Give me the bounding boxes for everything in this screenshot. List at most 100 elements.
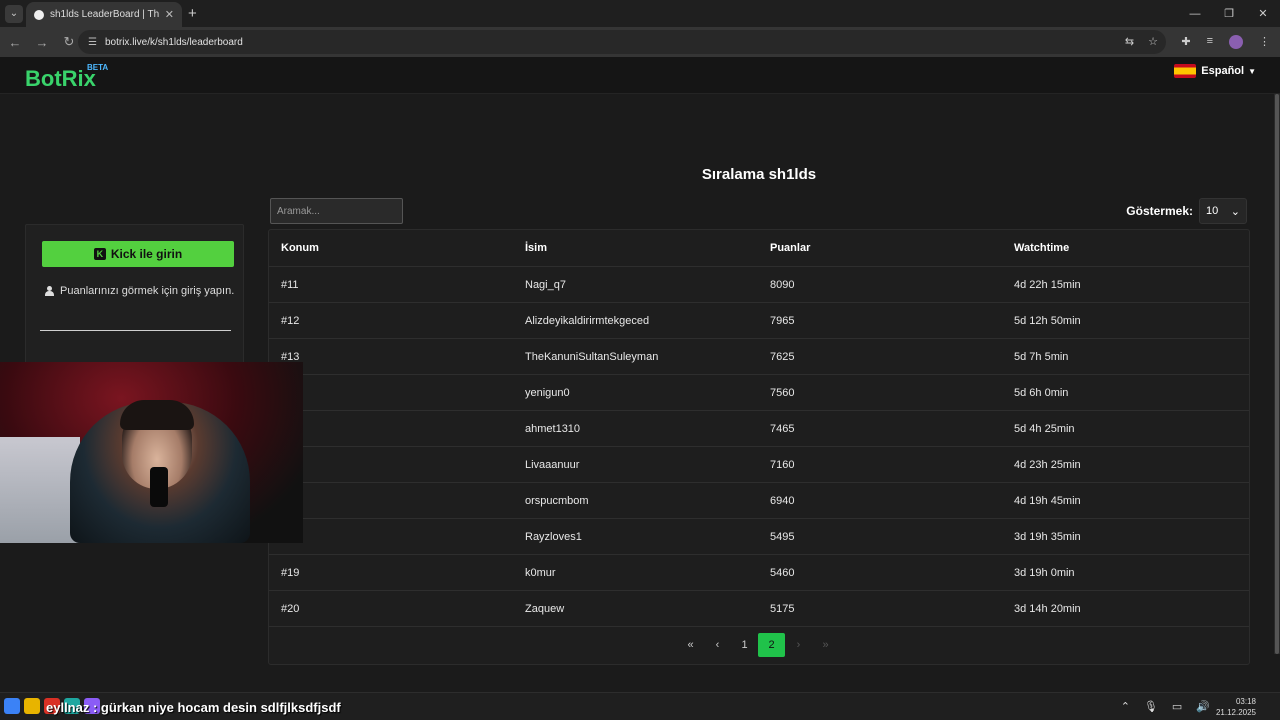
back-icon[interactable]: ←: [3, 35, 27, 50]
search-taskbar-icon[interactable]: [24, 698, 40, 714]
cell-rank: #13: [281, 350, 300, 363]
page-1-button[interactable]: 1: [731, 633, 758, 657]
address-bar[interactable]: ☰ botrix.live/k/sh1lds/leaderboard ⇆ ☆: [78, 30, 1166, 54]
cell-watchtime: 5d 7h 5min: [1014, 350, 1069, 363]
pagination: « ‹ 1 2 › »: [677, 633, 839, 657]
header-konum[interactable]: Konum: [281, 242, 319, 254]
cell-watchtime: 4d 23h 25min: [1014, 458, 1081, 471]
last-page-icon[interactable]: »: [812, 633, 839, 657]
tab-search-icon[interactable]: ⌄: [5, 4, 23, 23]
favicon-icon: [34, 9, 44, 20]
clock-time: 03:18: [1235, 697, 1256, 706]
header-isim[interactable]: İsim: [525, 242, 547, 254]
media-icon[interactable]: ≡: [1207, 35, 1213, 49]
leaderboard-table: Konum İsim Puanlar Watchtime #11 Nagi_q7…: [268, 229, 1250, 665]
page-title: Sıralama sh1lds: [701, 166, 817, 183]
minimize-icon[interactable]: —: [1178, 0, 1212, 27]
table-row: Rayzloves1 5495 3d 19h 35min: [269, 519, 1249, 555]
table-row: #19 k0mur 5460 3d 19h 0min: [269, 555, 1249, 591]
cell-name: orspucmbom: [525, 494, 589, 507]
page-scrollbar[interactable]: [1274, 94, 1280, 654]
tab-close-icon[interactable]: ✕: [165, 8, 174, 21]
cell-name: TheKanuniSultanSuleyman: [525, 350, 659, 363]
clock[interactable]: 03:18 21.12.2025: [1216, 696, 1256, 718]
cell-rank: #19: [281, 566, 300, 579]
cell-watchtime: 5d 6h 0min: [1014, 386, 1069, 399]
header-puanlar[interactable]: Puanlar: [770, 242, 810, 254]
webcam-background-wall: [0, 437, 80, 543]
bookmark-star-icon[interactable]: ☆: [1148, 35, 1158, 48]
spain-flag-icon: [1174, 64, 1197, 78]
close-window-icon[interactable]: ✕: [1246, 0, 1280, 27]
first-page-icon[interactable]: «: [677, 633, 704, 657]
cell-watchtime: 5d 12h 50min: [1014, 314, 1081, 327]
table-row: yenigun0 7560 5d 6h 0min: [269, 375, 1249, 411]
login-hint: Puanlarınızı görmek için giriş yapın.: [45, 285, 234, 297]
table-row: #13 TheKanuniSultanSuleyman 7625 5d 7h 5…: [269, 339, 1249, 375]
cell-name: Rayzloves1: [525, 530, 582, 543]
url-text: botrix.live/k/sh1lds/leaderboard: [104, 36, 243, 48]
browser-tabbar: ⌄ sh1lds LeaderBoard | The best ✕ + — ❐ …: [0, 0, 1280, 27]
network-icon[interactable]: ▭: [1172, 700, 1182, 713]
extensions-icon[interactable]: ✚: [1181, 35, 1190, 49]
taskbar: eyllnaz : gürkan niye hocam desin sdlfjl…: [0, 692, 1280, 720]
browser-tab[interactable]: sh1lds LeaderBoard | The best ✕: [26, 2, 182, 27]
cell-rank: #20: [281, 602, 300, 615]
tab-title: sh1lds LeaderBoard | The best: [50, 9, 159, 20]
language-selector[interactable]: Español ▼: [1174, 64, 1256, 78]
browser-toolbar: ← → ↻ ☰ botrix.live/k/sh1lds/leaderboard…: [0, 27, 1280, 57]
stream-chat-message: eyllnaz : gürkan niye hocam desin sdlfjl…: [46, 700, 341, 715]
site-info-icon[interactable]: ☰: [88, 37, 97, 48]
translate-icon[interactable]: ⇆: [1125, 35, 1134, 48]
table-row: #12 Alizdeyikaldirirmtekgeced 7965 5d 12…: [269, 303, 1249, 339]
microphone-icon[interactable]: 🎙: [1144, 700, 1158, 713]
cell-watchtime: 4d 19h 45min: [1014, 494, 1081, 507]
cell-points: 6940: [770, 494, 795, 507]
forward-icon[interactable]: →: [30, 35, 54, 50]
cell-watchtime: 3d 14h 20min: [1014, 602, 1081, 615]
page-size-control: Göstermek: 10 ⌄: [1126, 198, 1247, 224]
scrollbar-thumb[interactable]: [1275, 94, 1279, 654]
tray-chevron-icon[interactable]: ⌃: [1121, 700, 1130, 713]
webcam-overlay: [0, 362, 303, 543]
botrix-logo[interactable]: BotRix: [25, 66, 96, 92]
cell-points: 7965: [770, 314, 795, 327]
page-2-button[interactable]: 2: [758, 633, 785, 657]
beta-badge: BETA: [87, 63, 109, 72]
cell-name: Alizdeyikaldirirmtekgeced: [525, 314, 650, 327]
search-input[interactable]: [270, 198, 403, 224]
page-size-select[interactable]: 10 ⌄: [1199, 198, 1247, 224]
cell-name: ahmet1310: [525, 422, 581, 435]
restore-icon[interactable]: ❐: [1212, 0, 1246, 27]
start-icon[interactable]: [4, 698, 20, 714]
user-icon: [45, 286, 54, 296]
next-page-icon[interactable]: ›: [785, 633, 812, 657]
language-label: Español: [1201, 65, 1245, 77]
cell-name: Zaquew: [525, 602, 565, 615]
login-hint-text: Puanlarınızı görmek için giriş yapın.: [60, 285, 235, 297]
cell-watchtime: 3d 19h 35min: [1014, 530, 1081, 543]
table-row: orspucmbom 6940 4d 19h 45min: [269, 483, 1249, 519]
new-tab-icon[interactable]: +: [188, 5, 197, 22]
kick-login-label: Kick ile girin: [110, 247, 183, 261]
profile-avatar[interactable]: [1229, 35, 1243, 49]
table-row: #11 Nagi_q7 8090 4d 22h 15min: [269, 267, 1249, 303]
cell-points: 5495: [770, 530, 795, 543]
prev-page-icon[interactable]: ‹: [704, 633, 731, 657]
kick-logo-icon: K: [93, 248, 106, 260]
menu-icon[interactable]: ⋮: [1259, 35, 1270, 49]
cell-name: Nagi_q7: [525, 278, 566, 291]
header-watchtime[interactable]: Watchtime: [1014, 242, 1069, 254]
login-card: K Kick ile girin Puanlarınızı görmek içi…: [25, 224, 244, 364]
volume-icon[interactable]: 🔊: [1196, 700, 1210, 713]
divider: [40, 330, 231, 331]
page-size-value: 10: [1206, 205, 1219, 217]
webcam-microphone: [150, 467, 168, 507]
table-header-row: Konum İsim Puanlar Watchtime: [269, 230, 1249, 267]
cell-rank: #12: [281, 314, 300, 327]
cell-watchtime: 3d 19h 0min: [1014, 566, 1075, 579]
kick-login-button[interactable]: K Kick ile girin: [42, 241, 234, 267]
show-label: Göstermek:: [1126, 204, 1193, 218]
chevron-down-icon: ⌄: [1230, 205, 1240, 218]
table-row: Livaaanuur 7160 4d 23h 25min: [269, 447, 1249, 483]
